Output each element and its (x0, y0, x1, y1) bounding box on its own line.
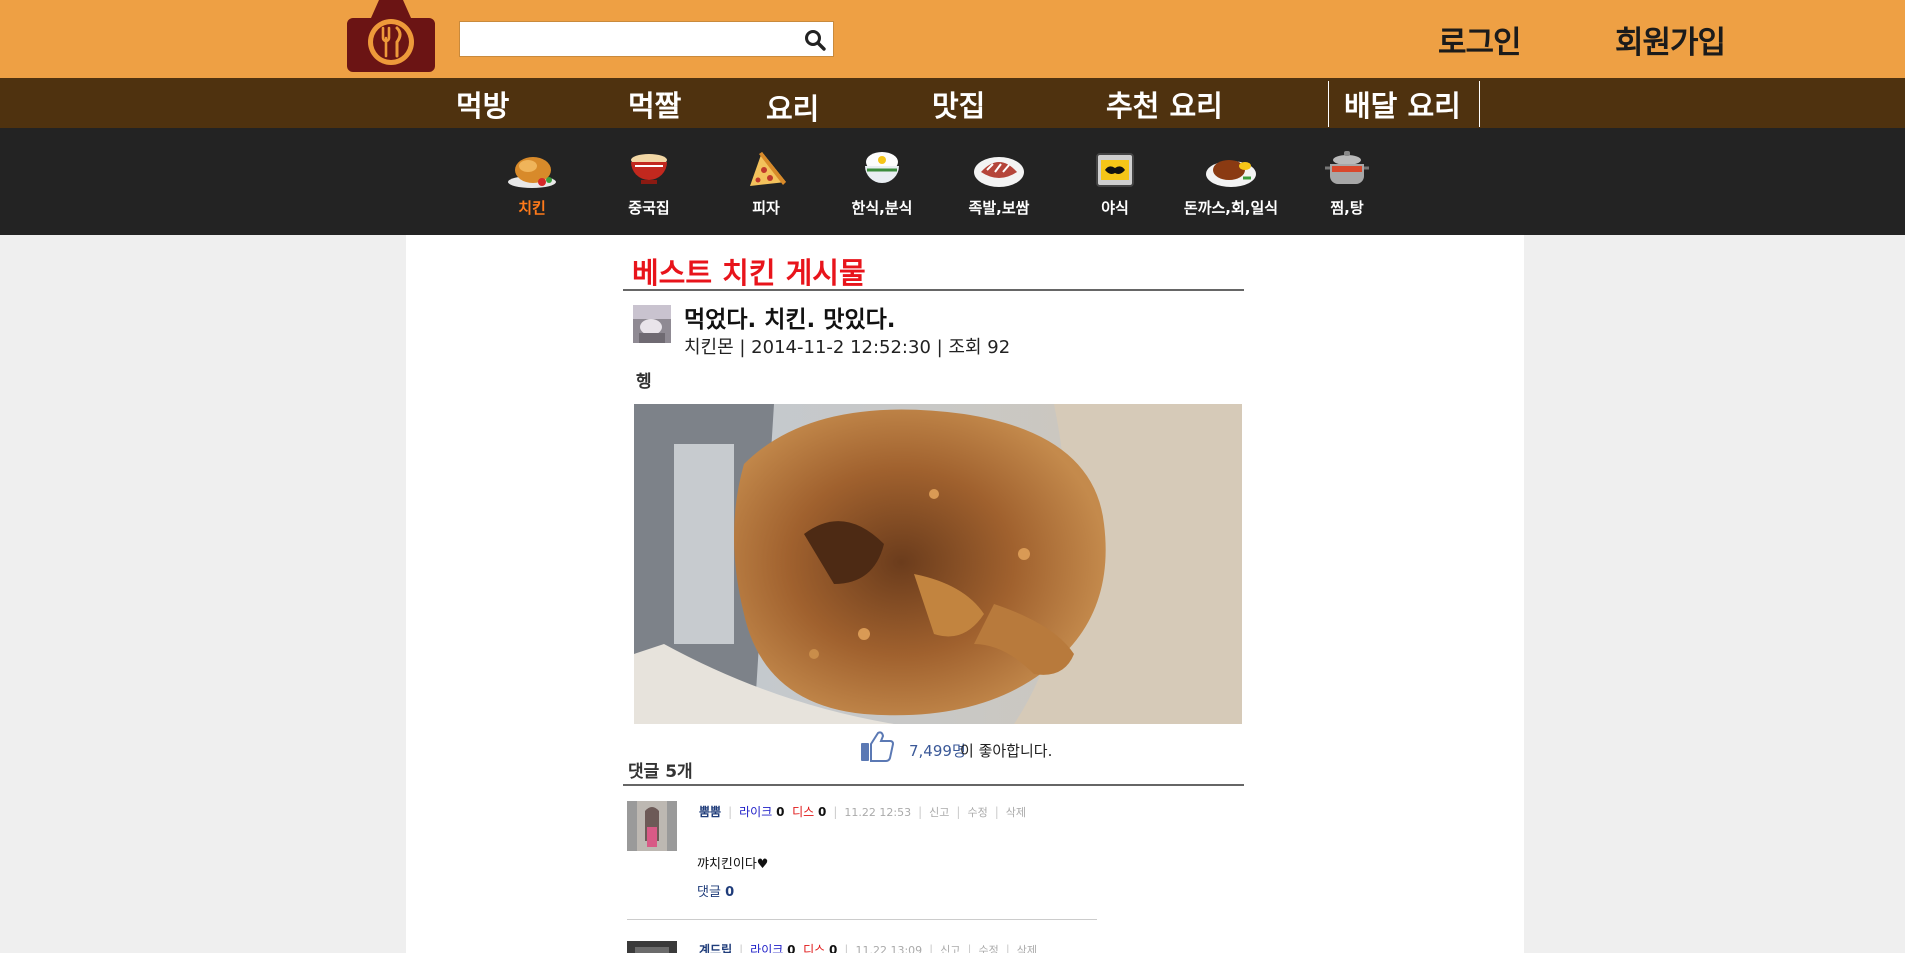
category-label: 찜,탕 (1330, 199, 1364, 217)
comment-time: 11.22 12:53 (844, 806, 912, 819)
post-photo (634, 404, 1242, 724)
nav-item-restaurants[interactable]: 맛집 (932, 83, 985, 125)
reply-link[interactable]: 댓글 0 (697, 881, 734, 900)
search-icon[interactable] (803, 28, 827, 52)
post-body-text: 헹 (636, 372, 652, 392)
cutlet-plate-icon (1206, 160, 1256, 187)
noodle-bowl-icon (631, 154, 667, 184)
board-title: 베스트 치킨 게시물 (632, 256, 866, 290)
night-snack-icon (1096, 153, 1134, 187)
roast-chicken-icon (508, 157, 556, 188)
category-label: 야식 (1101, 199, 1129, 217)
report-link[interactable]: 신고 (940, 944, 960, 953)
login-link[interactable]: 로그인 (1438, 17, 1522, 62)
pizza-slice-icon (750, 152, 786, 186)
comment-nickname[interactable]: 뿜뿜 (699, 805, 721, 819)
title-divider (623, 289, 1244, 291)
category-label: 중국집 (628, 199, 670, 217)
category-label: 족발,보쌈 (968, 199, 1030, 217)
like-button[interactable]: 라이크 (750, 943, 783, 953)
nav-item-recommended[interactable]: 추천 요리 (1106, 83, 1223, 125)
camera-logo-icon[interactable] (345, 0, 437, 72)
comment-header: 뿜뿜 | 라이크 0 디스 0 | 11.22 12:53 | 신고 | 수정 | 삭제 (699, 805, 1026, 819)
comment-divider (623, 784, 1244, 786)
delete-link[interactable]: 삭제 (1017, 944, 1037, 953)
comment-separator (627, 919, 1097, 920)
comment-header: 계드립 | 라이크 0 디스 0 | 11.22 13:09 | 신고 | 수정 | 삭제 (699, 941, 1037, 953)
category-label: 치킨 (518, 199, 546, 217)
comment-item: 뿜뿜 | 라이크 0 디스 0 | 11.22 12:53 | 신고 | 수정 | 삭제 꺄치킨이다… (627, 801, 1097, 921)
nav-item-delivery[interactable]: 배달 요리 (1344, 83, 1461, 125)
search-input[interactable] (460, 22, 790, 56)
category-korean[interactable]: 한식,분식 (827, 148, 937, 218)
like-button[interactable]: 라이크 (739, 805, 772, 819)
dis-count: 0 (829, 943, 838, 953)
nav-item-cooking[interactable]: 요리 (766, 86, 819, 128)
like-count: 0 (787, 943, 796, 953)
main-nav: 먹방 먹짤 요리 맛집 추천 요리 배달 요리 (0, 78, 1905, 128)
like-count: 0 (776, 805, 785, 819)
comment-nickname[interactable]: 계드립 (699, 943, 732, 953)
commenter-avatar[interactable] (627, 941, 677, 953)
category-bar: 치킨 중국집 피자 한식,분식 족발,보쌈 야식 돈까스,회,일식 찜,탕 (0, 128, 1905, 235)
category-chicken[interactable]: 치킨 (477, 148, 587, 218)
category-stew[interactable]: 찜,탕 (1292, 148, 1402, 218)
comment-time: 11.22 13:09 (855, 944, 923, 953)
edit-link[interactable]: 수정 (978, 944, 998, 953)
comment-count: 댓글 5개 (628, 762, 693, 782)
dis-count: 0 (818, 805, 827, 819)
edit-link[interactable]: 수정 (967, 806, 987, 819)
likes-count[interactable]: 7,499명 (909, 740, 966, 761)
category-chinese[interactable]: 중국집 (594, 148, 704, 218)
post-author-avatar[interactable] (633, 305, 671, 343)
category-label: 돈까스,회,일식 (1183, 199, 1279, 217)
category-label: 한식,분식 (851, 199, 913, 217)
comment-text: 꺄치킨이다♥ (697, 857, 769, 872)
report-link[interactable]: 신고 (929, 806, 949, 819)
signup-link[interactable]: 회원가입 (1615, 17, 1726, 62)
nav-item-mukbang[interactable]: 먹방 (456, 83, 509, 125)
delete-link[interactable]: 삭제 (1006, 806, 1026, 819)
category-label: 피자 (752, 199, 780, 217)
search-box (459, 21, 834, 57)
post-title: 먹었다. 치킨. 맛있다. (684, 307, 896, 333)
commenter-avatar[interactable] (627, 801, 677, 851)
dis-button[interactable]: 디스 (792, 805, 814, 819)
top-header: 로그인 회원가입 (0, 0, 1905, 78)
comment-item: 계드립 | 라이크 0 디스 0 | 11.22 13:09 | 신고 | 수정 | 삭제 (627, 941, 1097, 953)
category-pizza[interactable]: 피자 (711, 148, 821, 218)
post-meta: 치킨몬 | 2014-11-2 12:52:30 | 조회 92 (684, 337, 1011, 358)
rice-bowl-icon (865, 152, 899, 183)
category-jokbal[interactable]: 족발,보쌈 (944, 148, 1054, 218)
category-cutlet[interactable]: 돈까스,회,일식 (1176, 148, 1286, 218)
category-late-night[interactable]: 야식 (1060, 148, 1170, 218)
dis-button[interactable]: 디스 (803, 943, 825, 953)
nav-item-mukjjal[interactable]: 먹짤 (628, 83, 681, 125)
pork-platter-icon (974, 157, 1024, 187)
stew-pot-icon (1325, 151, 1369, 184)
thumbs-up-icon[interactable] (860, 730, 894, 762)
likes-suffix: 이 좋아합니다. (960, 742, 1053, 760)
